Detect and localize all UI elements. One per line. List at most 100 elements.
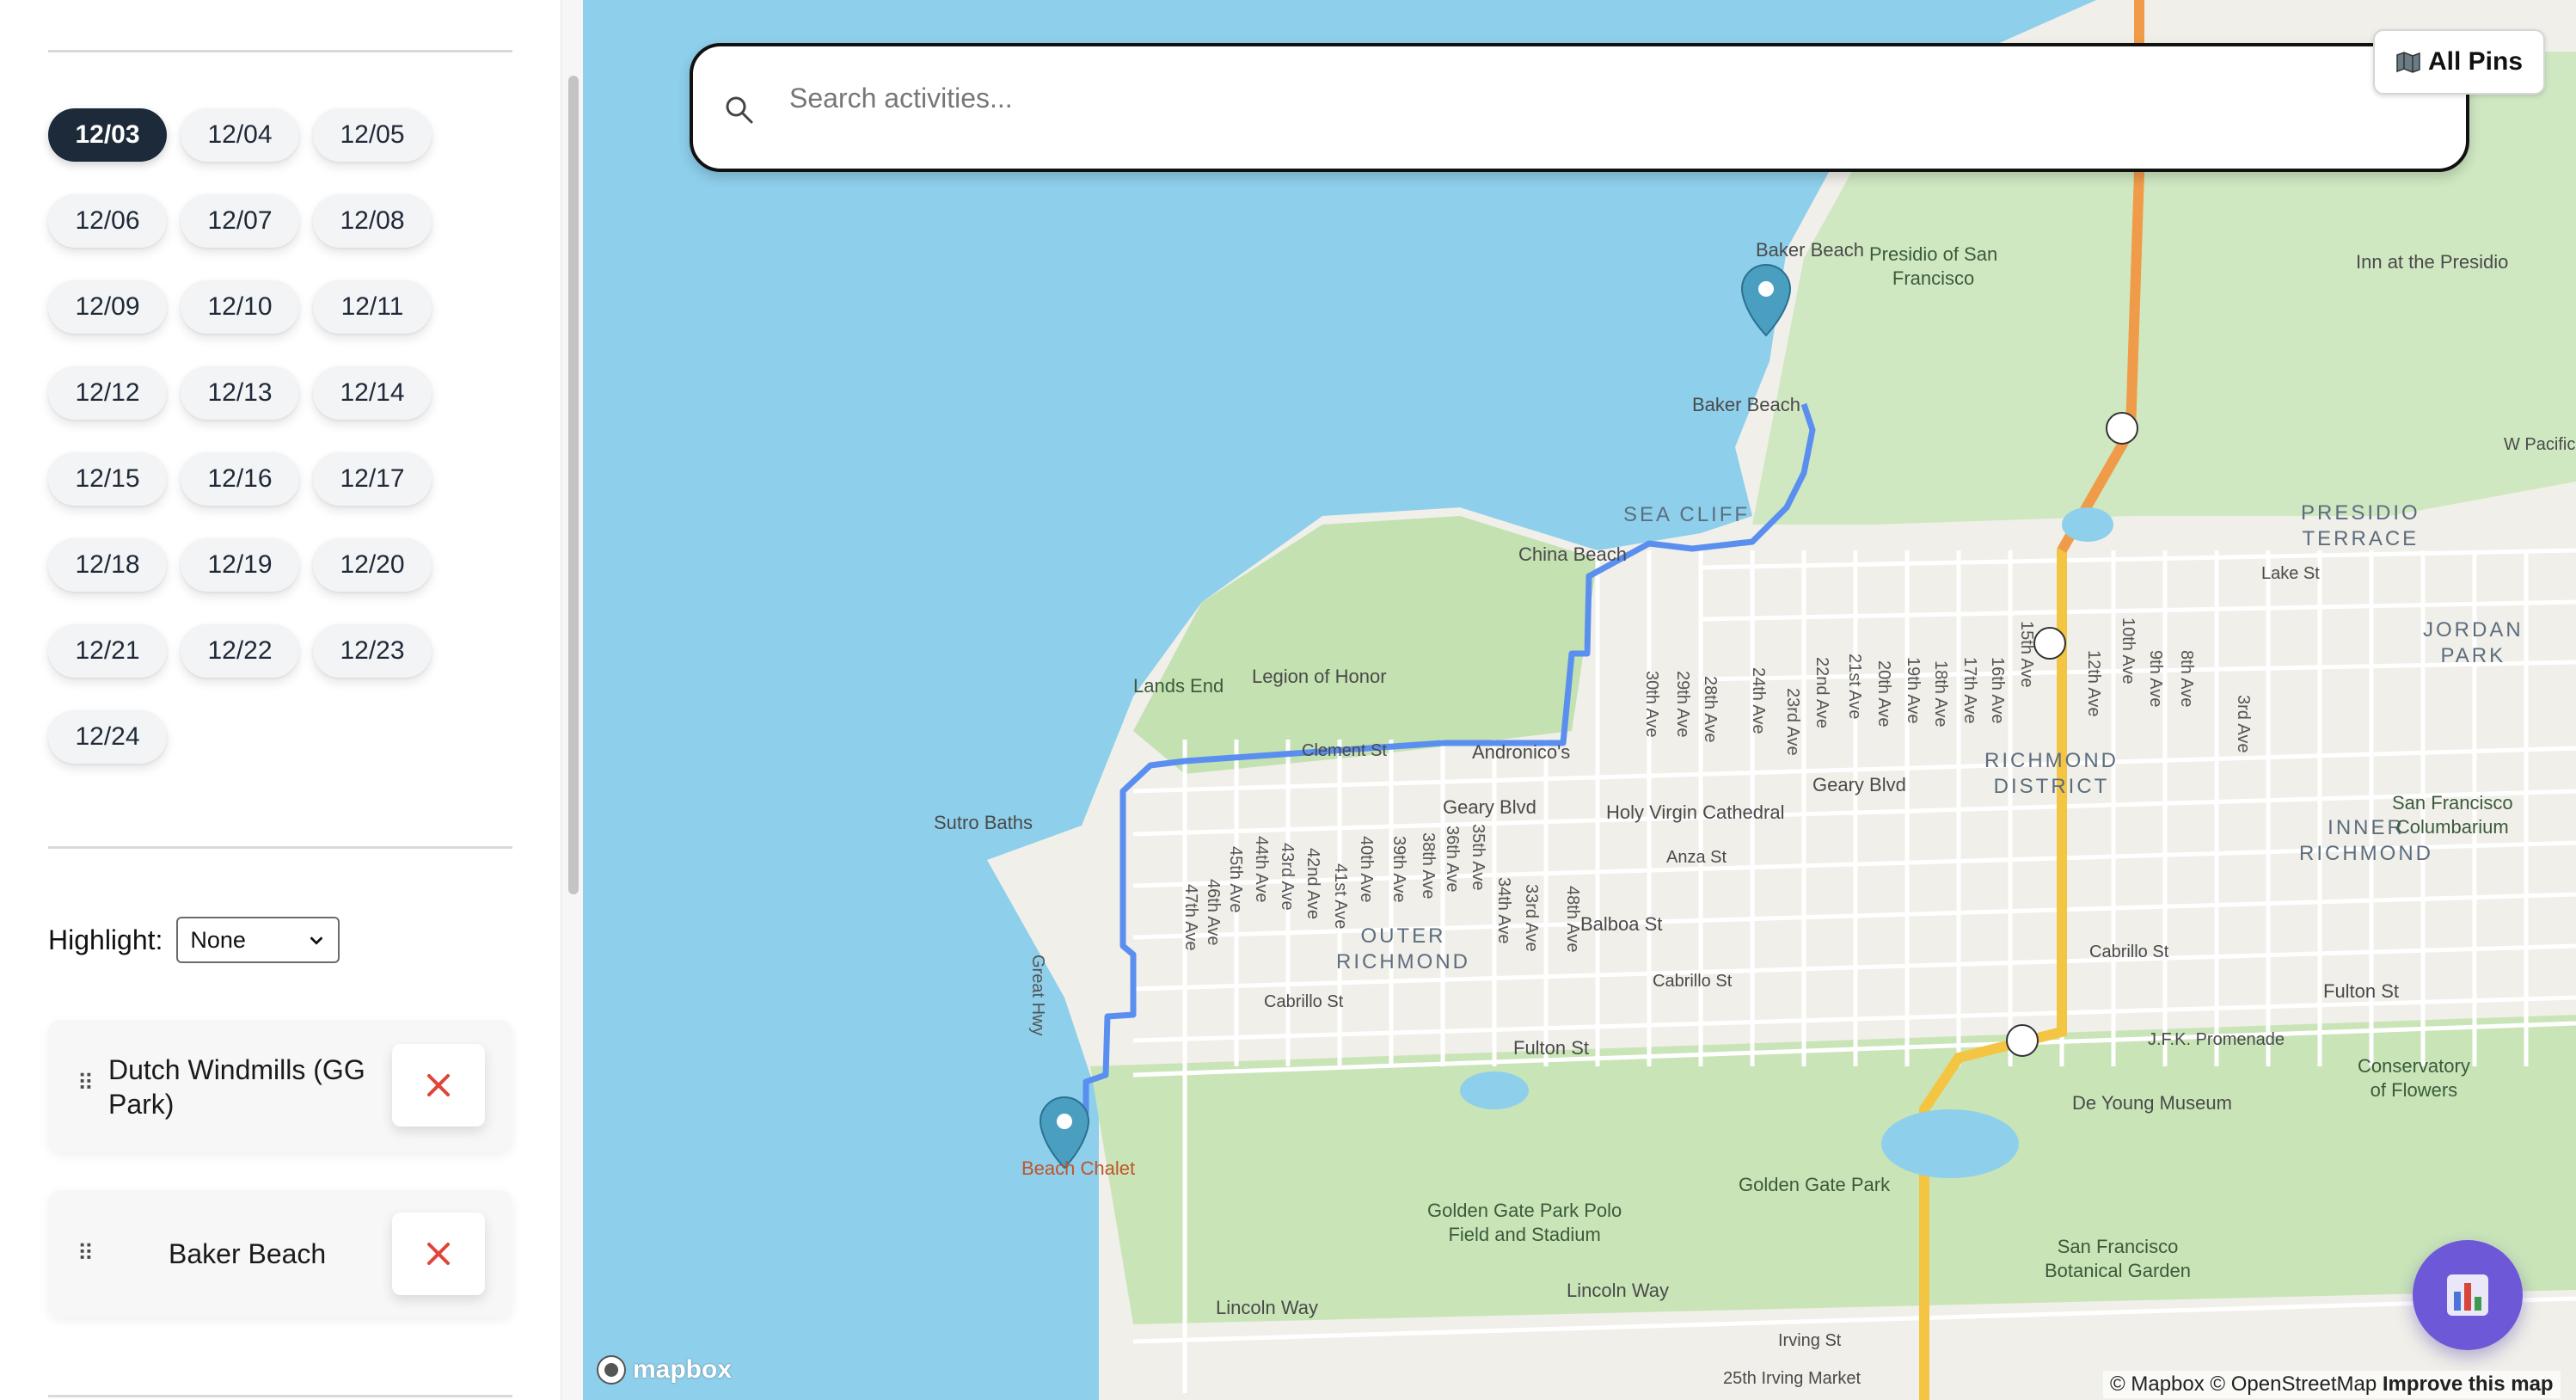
date-chip[interactable]: 12/04 [181,108,299,162]
map-label: W Pacific Av [2504,435,2576,454]
avenue-label: 16th Ave [1988,657,2007,724]
close-icon [427,1074,450,1096]
attribution-text: © Mapbox © OpenStreetMap [2110,1372,2377,1396]
map-label: Lincoln Way [1567,1280,1670,1301]
map-label: Geary Blvd [1443,796,1536,818]
date-chip[interactable]: 12/06 [48,194,167,248]
improve-map-link[interactable]: Improve this map [2383,1372,2554,1396]
drag-handle-icon[interactable]: ⠿ [77,1070,94,1096]
avenue-label: 23rd Ave [1783,688,1802,756]
map-label-line: DISTRICT [1993,775,2110,798]
map-label-line: Conservatory [2358,1055,2470,1077]
map-label: Balboa St [1580,913,1663,935]
avenue-label: 39th Ave [1389,836,1408,903]
date-chip[interactable]: 12/12 [48,366,167,420]
map-label: San Francisco Botanical Garden [2045,1235,2191,1283]
search-input[interactable] [789,72,2337,124]
map-label: Andronico's [1472,741,1571,763]
map-label: Legion of Honor [1252,666,1387,687]
chevron-down-icon [310,936,323,945]
search-bar[interactable] [690,43,2469,172]
map-label-line: PRESIDIO [2301,501,2420,525]
highlight-select[interactable]: None [176,917,340,963]
map-label: Clement St [1302,741,1387,760]
avenue-label: 38th Ave [1419,832,1438,900]
map-label-line: PARK [2440,644,2506,667]
map-label: J.F.K. Promenade [2148,1030,2285,1049]
avenue-label: 35th Ave [1469,824,1487,891]
map-label-line: Golden Gate Park Polo [1427,1200,1622,1221]
date-chip[interactable]: 12/09 [48,280,167,334]
itinerary-title-line: Park) [108,1089,175,1120]
avenue-label: 47th Ave [1181,884,1200,951]
itinerary-item[interactable]: ⠿ Dutch Windmills (GG Park) [48,1020,512,1152]
map-label: Anza St [1666,848,1727,867]
map-label: De Young Museum [2072,1092,2232,1114]
all-pins-button[interactable]: All Pins [2373,29,2545,95]
mapbox-logo-icon [597,1355,626,1385]
map-icon [2396,52,2420,73]
date-chip[interactable]: 12/07 [181,194,299,248]
remove-button[interactable] [392,1044,485,1127]
map-label: PRESIDIO TERRACE [2301,500,2420,552]
avenue-label: 46th Ave [1204,879,1223,946]
map-label: Golden Gate Park [1739,1174,1891,1195]
date-chip[interactable]: 12/15 [48,452,167,506]
avenue-label: 40th Ave [1357,836,1376,903]
map-label-line: San Francisco [2057,1236,2179,1257]
map-label-line: of Flowers [2370,1079,2458,1101]
map-label: Cabrillo St [2089,943,2169,961]
map-label: Beach Chalet [1021,1157,1136,1179]
scrollbar-thumb[interactable] [568,76,579,894]
stats-button[interactable] [2413,1240,2523,1350]
date-chip[interactable]: 12/24 [48,710,167,764]
map-label-line: RICHMOND [1984,749,2119,772]
map-label: Lake St [2261,564,2320,583]
map-label: Irving St [1778,1331,1842,1350]
itinerary-item-title: Dutch Windmills (GG Park) [108,1053,392,1121]
date-chip[interactable]: 12/20 [313,538,432,592]
map-label-line: RICHMOND [2299,842,2433,865]
avenue-label: 24th Ave [1749,667,1768,734]
map[interactable]: Baker Beach Baker Beach Presidio of San … [583,0,2576,1400]
map-label: Golden Gate Park Polo Field and Stadium [1427,1199,1622,1247]
avenue-label: 22nd Ave [1812,657,1831,729]
park-golden-gate [1090,1015,2576,1324]
map-canvas[interactable] [583,0,2576,1400]
itinerary-item[interactable]: ⠿ Baker Beach [48,1190,512,1317]
avenue-label: 29th Ave [1673,671,1692,738]
date-chip[interactable]: 12/05 [313,108,432,162]
map-label-line: San Francisco [2392,792,2513,814]
date-chip[interactable]: 12/03 [48,108,167,162]
map-label-line: JORDAN [2423,618,2524,642]
drag-handle-icon[interactable]: ⠿ [77,1240,94,1267]
date-chip[interactable]: 12/14 [313,366,432,420]
date-chip[interactable]: 12/22 [181,624,299,678]
map-label-line: Field and Stadium [1448,1224,1601,1245]
date-chip[interactable]: 12/17 [313,452,432,506]
mapbox-logo[interactable]: mapbox [595,1354,732,1386]
map-label-line: Botanical Garden [2045,1260,2191,1281]
date-chip[interactable]: 12/08 [313,194,432,248]
date-chip[interactable]: 12/11 [313,280,432,334]
map-label: RICHMOND DISTRICT [1984,748,2119,800]
map-label: Geary Blvd [1812,774,1906,795]
avenue-label: 20th Ave [1874,660,1893,728]
map-label: Presidio of San Francisco [1869,243,1997,291]
map-label: Great Hwy [1028,955,1047,1036]
date-chip[interactable]: 12/16 [181,452,299,506]
date-chip[interactable]: 12/10 [181,280,299,334]
map-label: Lands End [1133,675,1224,697]
map-label: Inn at the Presidio [2356,251,2509,273]
date-chip[interactable]: 12/13 [181,366,299,420]
all-pins-label: All Pins [2427,47,2524,76]
map-label: China Beach [1518,543,1627,565]
remove-button[interactable] [392,1213,485,1295]
sidebar-scrollbar[interactable] [561,0,583,1400]
date-chip[interactable]: 12/23 [313,624,432,678]
date-chip[interactable]: 12/19 [181,538,299,592]
date-chip[interactable]: 12/21 [48,624,167,678]
map-attribution[interactable]: © Mapbox © OpenStreetMap Improve this ma… [2103,1371,2561,1398]
date-chip[interactable]: 12/18 [48,538,167,592]
map-label-line: Presidio of San [1869,243,1998,265]
